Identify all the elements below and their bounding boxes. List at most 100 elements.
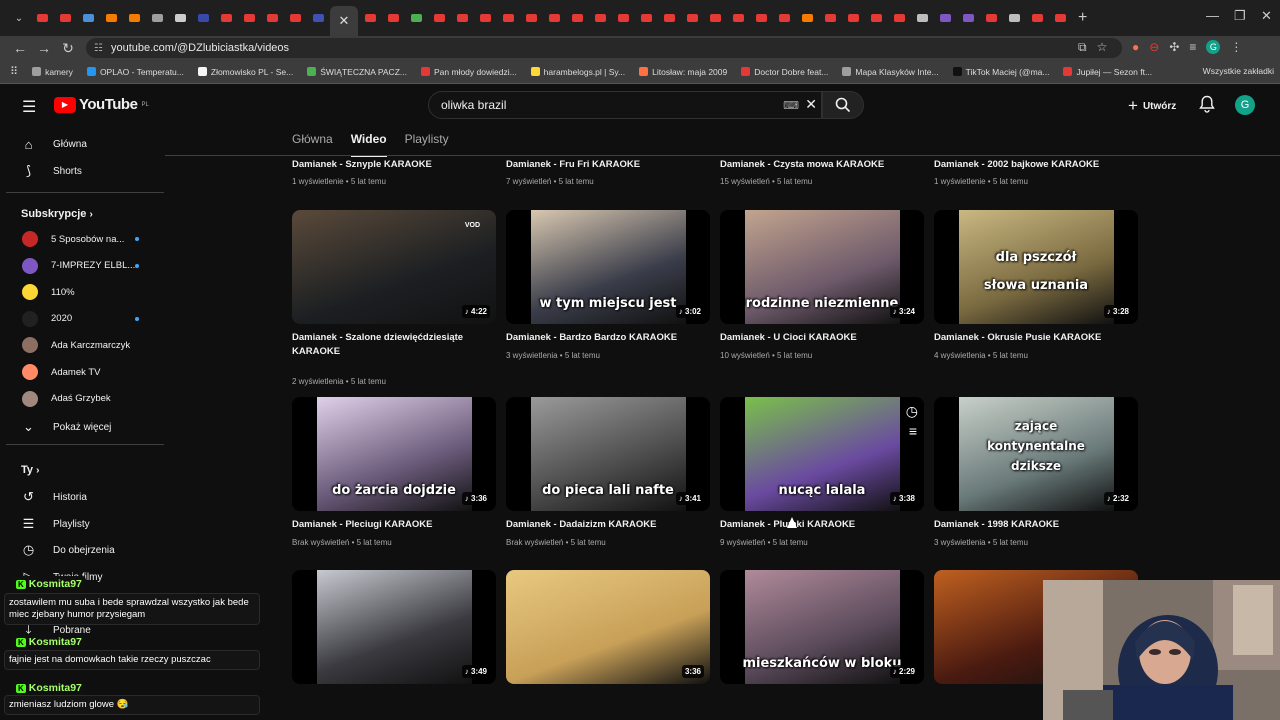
- browser-tab[interactable]: [451, 7, 473, 29]
- reload-icon[interactable]: ↻: [56, 40, 80, 57]
- close-window-icon[interactable]: ✕: [1261, 8, 1272, 24]
- install-icon[interactable]: ⧉: [1078, 40, 1087, 55]
- menu-icon[interactable]: ☰: [22, 97, 36, 117]
- video-title[interactable]: Damianek - 2002 bajkowe KARAOKE: [934, 158, 1138, 172]
- close-tab-icon[interactable]: ✕: [339, 13, 350, 29]
- sidebar-subscription[interactable]: 2020: [22, 310, 147, 327]
- sidebar-item-playlists[interactable]: ☰ Playlisty: [20, 512, 152, 536]
- sidebar-subscription[interactable]: 5 Sposobów na...: [22, 231, 147, 247]
- browser-tab[interactable]: [681, 7, 703, 29]
- bookmark-item[interactable]: Litosław: maja 2009: [639, 67, 727, 77]
- video-title[interactable]: Damianek - U Cioci KARAOKE: [720, 331, 924, 345]
- browser-tab[interactable]: [658, 7, 680, 29]
- sidebar-subscription[interactable]: Adaś Grzybek: [22, 390, 147, 407]
- browser-tab[interactable]: [77, 7, 99, 29]
- browser-tab[interactable]: [31, 7, 53, 29]
- video-title[interactable]: Damianek - Szalone dziewięćdziesiąte KAR…: [292, 331, 496, 358]
- you-header[interactable]: Ty ›: [21, 464, 39, 476]
- site-info-icon[interactable]: ☷: [94, 43, 103, 54]
- bookmark-item[interactable]: OPLAO - Temperatu...: [86, 67, 184, 77]
- browser-tab[interactable]: [566, 7, 588, 29]
- browser-tab[interactable]: [123, 7, 145, 29]
- video-thumbnail[interactable]: do żarcia dojdzie ♪ 3:36: [292, 397, 496, 511]
- browser-tab[interactable]: [405, 7, 427, 29]
- tab-playlists[interactable]: Playlisty: [405, 132, 449, 157]
- browser-tab[interactable]: [215, 7, 237, 29]
- video-title[interactable]: Damianek - Pleciugi KARAOKE: [292, 518, 496, 532]
- tab-search-icon[interactable]: ⌄: [8, 7, 30, 29]
- browser-tab[interactable]: [934, 7, 956, 29]
- video-thumbnail[interactable]: ♪ 3:49: [292, 570, 496, 684]
- video-thumbnail[interactable]: mieszkańców w bloku ♪ 2:29: [720, 570, 924, 684]
- profile-icon[interactable]: G: [1206, 40, 1221, 54]
- watch-later-icon[interactable]: ◷: [906, 403, 918, 420]
- video-title[interactable]: Damianek - Dadaizizm KARAOKE: [506, 518, 710, 532]
- bookmark-star-icon[interactable]: ☆: [1097, 40, 1108, 55]
- sidebar-subscription[interactable]: Adamek TV: [22, 364, 147, 380]
- create-button[interactable]: + Utwórz: [1128, 96, 1176, 116]
- video-title[interactable]: Damianek - 1998 KARAOKE: [934, 518, 1138, 532]
- video-title[interactable]: Damianek - Okrusie Pusie KARAOKE: [934, 331, 1138, 345]
- sidebar-subscription[interactable]: 110%: [22, 284, 147, 301]
- video-thumbnail[interactable]: dla pszczół słowa uznania ♪ 3:28: [934, 210, 1138, 324]
- extension-icon[interactable]: ⊖: [1149, 40, 1159, 54]
- browser-tab[interactable]: [54, 7, 76, 29]
- video-thumbnail[interactable]: nucąc lalala ♪ 3:38 ◷ ≡: [720, 397, 924, 511]
- browser-tab[interactable]: [750, 7, 772, 29]
- bookmark-item[interactable]: kamery: [32, 67, 73, 77]
- keyboard-icon[interactable]: ⌨: [783, 99, 799, 112]
- account-avatar[interactable]: G: [1235, 95, 1255, 115]
- browser-tab[interactable]: [1003, 7, 1025, 29]
- browser-tab[interactable]: [635, 7, 657, 29]
- browser-tab[interactable]: [842, 7, 864, 29]
- video-title[interactable]: Damianek - Fru Fri KARAOKE: [506, 158, 710, 172]
- video-title[interactable]: Damianek - Plumki KARAOKE: [720, 518, 924, 532]
- video-thumbnail[interactable]: 3:36: [506, 570, 710, 684]
- video-thumbnail[interactable]: ♪ 4:22 VOD: [292, 210, 496, 324]
- browser-tab[interactable]: [727, 7, 749, 29]
- bookmark-item[interactable]: Jupiłej — Sezon ft...: [1063, 67, 1152, 77]
- video-title[interactable]: Damianek - Sznyple KARAOKE: [292, 158, 496, 172]
- browser-tab[interactable]: [474, 7, 496, 29]
- video-title[interactable]: Damianek - Bardzo Bardzo KARAOKE: [506, 331, 710, 345]
- browser-tab[interactable]: [819, 7, 841, 29]
- bookmark-item[interactable]: Mapa Klasyków Inte...: [842, 67, 939, 77]
- bookmark-item[interactable]: ŚWIĄTECZNA PACZ...: [307, 67, 407, 77]
- sidebar-subscription[interactable]: Ada Karczmarczyk: [22, 337, 147, 354]
- browser-tab[interactable]: [980, 7, 1002, 29]
- browser-tab[interactable]: [911, 7, 933, 29]
- show-more-button[interactable]: ⌄ Pokaż więcej: [20, 415, 152, 439]
- browser-tab[interactable]: [382, 7, 404, 29]
- back-icon[interactable]: ←: [8, 40, 32, 56]
- extension-icon[interactable]: ●: [1132, 40, 1139, 54]
- browser-tab[interactable]: [238, 7, 260, 29]
- video-thumbnail[interactable]: do pieca lali nafte ♪ 3:41: [506, 397, 710, 511]
- browser-tab[interactable]: [1026, 7, 1048, 29]
- browser-tab[interactable]: [100, 7, 122, 29]
- tab-videos[interactable]: Wideo: [350, 132, 387, 157]
- clear-search-icon[interactable]: ✕: [805, 96, 817, 113]
- browser-tab[interactable]: [192, 7, 214, 29]
- subscriptions-header[interactable]: Subskrypcje ›: [21, 208, 93, 220]
- notifications-bell-icon[interactable]: [1199, 95, 1215, 113]
- apps-icon[interactable]: ⠿: [10, 65, 18, 78]
- browser-tab[interactable]: [497, 7, 519, 29]
- browser-tab[interactable]: [589, 7, 611, 29]
- sidebar-subscription[interactable]: 7-IMPREZY ELBL...: [22, 257, 147, 274]
- minimize-icon[interactable]: —: [1206, 8, 1219, 23]
- browser-tab[interactable]: [773, 7, 795, 29]
- bookmark-item[interactable]: TikTok Maciej (@ma...: [952, 67, 1049, 77]
- video-thumbnail[interactable]: zające kontynentalne dziksze ♪ 2:32: [934, 397, 1138, 511]
- sidebar-item-history[interactable]: ↺ Historia: [20, 485, 152, 509]
- bookmark-item[interactable]: Złomowisko PL - Se...: [197, 67, 293, 77]
- new-tab-icon[interactable]: +: [1078, 9, 1087, 27]
- youtube-logo[interactable]: ▶ YouTube PL: [54, 96, 149, 113]
- browser-tab[interactable]: [284, 7, 306, 29]
- browser-tab[interactable]: [704, 7, 726, 29]
- forward-icon[interactable]: →: [32, 40, 56, 56]
- sidebar-item-home[interactable]: ⌂ Główna: [20, 132, 152, 156]
- add-to-queue-icon[interactable]: ≡: [909, 423, 917, 439]
- bookmark-item[interactable]: Doctor Dobre feat...: [741, 67, 828, 77]
- sidebar-item-shorts[interactable]: ⟆ Shorts: [20, 159, 152, 183]
- video-thumbnail[interactable]: w tym miejscu jest ♪ 3:02: [506, 210, 710, 324]
